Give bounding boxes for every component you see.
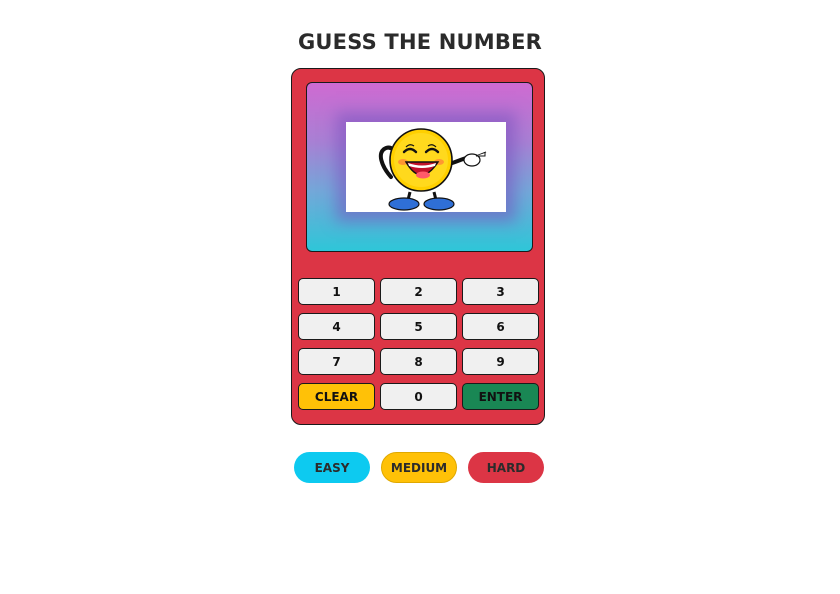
key-9[interactable]: 9 — [462, 348, 539, 375]
key-4[interactable]: 4 — [298, 313, 375, 340]
display-screen — [306, 82, 533, 252]
medium-button[interactable]: MEDIUM — [381, 452, 457, 483]
page-title: GUESS THE NUMBER — [297, 30, 543, 54]
easy-button[interactable]: EASY — [294, 452, 370, 483]
key-7[interactable]: 7 — [298, 348, 375, 375]
game-page: GUESS THE NUMBER 1 2 3 4 5 6 7 8 9 CLEAR… — [0, 0, 840, 594]
key-5[interactable]: 5 — [380, 313, 457, 340]
key-1[interactable]: 1 — [298, 278, 375, 305]
laughing-emoji-icon — [378, 128, 487, 211]
key-2[interactable]: 2 — [380, 278, 457, 305]
key-8[interactable]: 8 — [380, 348, 457, 375]
guess-device: 1 2 3 4 5 6 7 8 9 CLEAR 0 ENTER — [291, 68, 545, 425]
enter-button[interactable]: ENTER — [462, 383, 539, 410]
hard-button[interactable]: HARD — [468, 452, 544, 483]
key-6[interactable]: 6 — [462, 313, 539, 340]
key-0[interactable]: 0 — [380, 383, 457, 410]
clear-button[interactable]: CLEAR — [298, 383, 375, 410]
key-3[interactable]: 3 — [462, 278, 539, 305]
emoji-image — [346, 122, 506, 212]
